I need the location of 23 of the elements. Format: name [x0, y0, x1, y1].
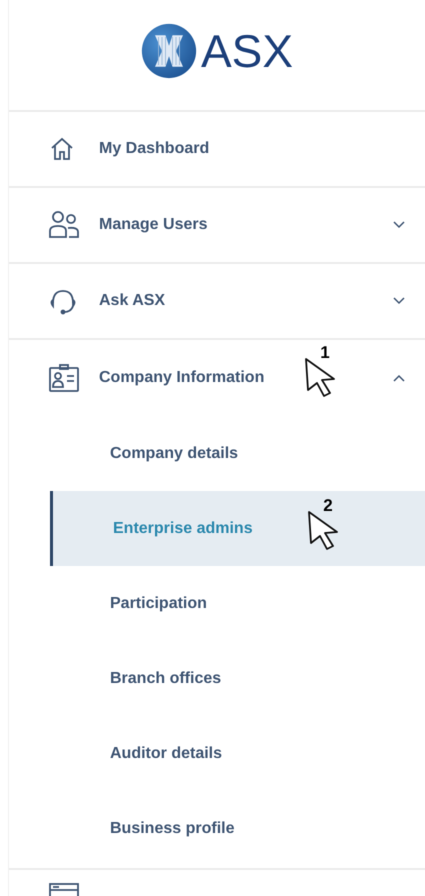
nav-item[interactable]: My Dashboard: [9, 112, 425, 188]
chevron-down-icon[interactable]: [393, 221, 405, 229]
submenu-item[interactable]: Enterprise admins 2: [50, 491, 425, 566]
submenu-item[interactable]: Participation: [50, 566, 425, 641]
submenu-item[interactable]: Branch offices: [50, 641, 425, 716]
chevron-down-icon[interactable]: [393, 297, 405, 305]
home-icon: [49, 136, 75, 162]
id-card-icon: [49, 364, 79, 392]
logo-text: ASX: [200, 28, 294, 74]
headset-icon: [49, 287, 77, 315]
mouse-pointer-icon: [307, 510, 341, 550]
chevron-up-icon[interactable]: [393, 374, 405, 382]
logo-icon: [140, 23, 197, 79]
submenu-item[interactable]: Auditor details: [50, 716, 425, 791]
step-number: 2: [323, 497, 333, 514]
submenu-item[interactable]: Business profile: [50, 791, 425, 866]
nav-item[interactable]: Company Information 1: [9, 340, 425, 416]
step-number: 1: [320, 344, 330, 361]
mouse-pointer-icon: [304, 357, 338, 397]
nav-item[interactable]: Manage Users: [9, 188, 425, 264]
nav-item[interactable]: Ask ASX: [9, 264, 425, 340]
submenu-item[interactable]: Company details: [50, 416, 425, 491]
users-icon: [49, 211, 79, 239]
